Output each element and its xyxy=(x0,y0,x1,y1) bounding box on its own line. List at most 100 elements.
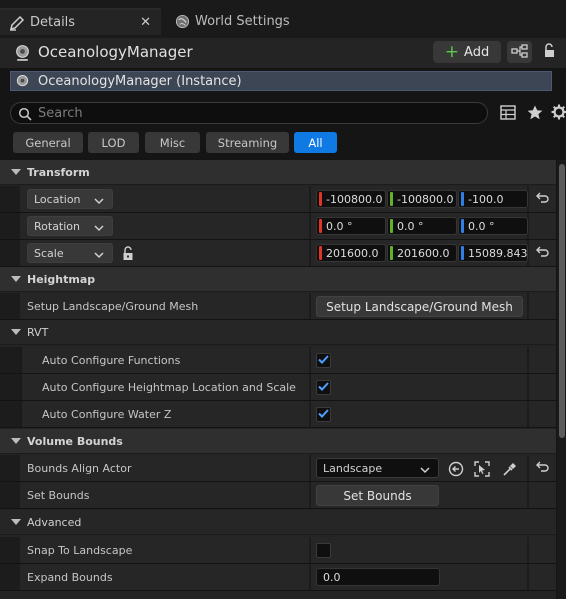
auto-configure-heightmap-label: Auto Configure Heightmap Location and Sc… xyxy=(42,380,296,394)
instance-item[interactable]: OceanologyManager (Instance) xyxy=(10,71,552,91)
tab-world-settings[interactable]: World Settings xyxy=(165,8,315,35)
scale-y-field[interactable]: 201600.0 xyxy=(387,244,457,262)
actor-instance-icon xyxy=(15,74,30,89)
category-volume-bounds[interactable]: Volume Bounds xyxy=(0,429,556,454)
filter-general[interactable]: General xyxy=(13,132,83,153)
auto-configure-functions-checkbox[interactable] xyxy=(316,353,331,368)
bounds-align-actor-name-cell: Bounds Align Actor xyxy=(20,455,309,481)
scale-x-value: 201600.0 xyxy=(326,246,379,260)
add-component-button[interactable]: + Add xyxy=(433,41,501,63)
search-icon xyxy=(18,107,32,124)
z-axis-marker xyxy=(461,219,464,233)
tab-bar: Details ✕ World Settings xyxy=(0,0,566,38)
x-axis-marker xyxy=(319,246,322,260)
add-button-label: Add xyxy=(464,44,490,60)
reset-arrow-icon xyxy=(536,461,549,475)
reset-arrow-icon xyxy=(536,192,549,206)
scale-x-field[interactable]: 201600.0 xyxy=(316,244,386,262)
use-selected-icon[interactable] xyxy=(447,460,465,478)
bounds-align-actor-value: Landscape xyxy=(323,461,383,475)
rotation-row: Rotation 0.0 ° 0.0 ° 0.0 ° xyxy=(0,213,556,240)
settings-gear-icon[interactable] xyxy=(551,104,566,123)
rotation-name-cell: Rotation xyxy=(20,213,309,239)
browse-selection-icon[interactable] xyxy=(473,460,491,478)
auto-configure-functions-value-cell xyxy=(311,347,527,373)
chevron-down-icon xyxy=(11,437,21,445)
scale-lock-icon[interactable] xyxy=(119,244,137,262)
chevron-down-icon xyxy=(94,195,104,208)
bounds-align-actor-reset[interactable] xyxy=(529,455,556,481)
x-axis-marker xyxy=(319,219,322,233)
checkmark-icon xyxy=(318,408,329,421)
set-bounds-button[interactable]: Set Bounds xyxy=(316,485,439,506)
category-label: Transform xyxy=(27,165,90,179)
rotation-x-field[interactable]: 0.0 ° xyxy=(316,217,386,235)
location-reset[interactable] xyxy=(529,186,556,212)
location-x-field[interactable]: -100800.0 xyxy=(316,190,386,208)
category-label: RVT xyxy=(27,325,49,339)
snap-to-landscape-checkbox[interactable] xyxy=(316,543,331,558)
filter-all[interactable]: All xyxy=(294,132,337,153)
setup-landscape-row: Setup Landscape/Ground Mesh Setup Landsc… xyxy=(0,293,556,320)
category-advanced[interactable]: Advanced xyxy=(0,510,556,535)
bounds-align-actor-row: Bounds Align Actor Landscape xyxy=(0,455,556,482)
location-mode-dropdown[interactable]: Location xyxy=(27,189,113,209)
filter-lod[interactable]: LOD xyxy=(88,132,139,153)
indent-guide xyxy=(20,401,22,427)
auto-configure-water-z-reset-cell xyxy=(529,401,556,427)
checkmark-icon xyxy=(318,354,329,367)
set-bounds-name-cell: Set Bounds xyxy=(20,482,309,508)
category-heightmap[interactable]: Heightmap xyxy=(0,267,556,292)
scrollbar-thumb[interactable] xyxy=(559,164,565,438)
scale-reset[interactable] xyxy=(529,240,556,266)
expand-bounds-label: Expand Bounds xyxy=(27,570,113,584)
filter-misc[interactable]: Misc xyxy=(145,132,200,153)
category-transform[interactable]: Transform xyxy=(0,160,556,185)
snap-to-landscape-name-cell: Snap To Landscape xyxy=(20,537,309,563)
auto-configure-water-z-row: Auto Configure Water Z xyxy=(0,401,556,428)
rotation-z-value: 0.0 ° xyxy=(468,219,495,233)
tab-details[interactable]: Details ✕ xyxy=(0,8,161,35)
search-input[interactable] xyxy=(38,104,478,122)
location-z-field[interactable]: -100.0 xyxy=(458,190,528,208)
close-icon[interactable]: ✕ xyxy=(140,15,151,30)
location-label: Location xyxy=(34,192,81,206)
location-row: Location -100800.0 -100800.0 -100.0 xyxy=(0,186,556,213)
category-rvt[interactable]: RVT xyxy=(0,320,556,345)
details-header: OceanologyManager + Add xyxy=(0,38,566,68)
rotation-z-field[interactable]: 0.0 ° xyxy=(458,217,528,235)
search-box[interactable] xyxy=(10,102,488,124)
indent-guide xyxy=(20,347,22,373)
blueprint-button[interactable] xyxy=(507,41,532,63)
chevron-down-icon xyxy=(11,518,21,526)
star-icon[interactable] xyxy=(527,105,543,123)
auto-configure-heightmap-checkbox[interactable] xyxy=(316,380,331,395)
chevron-down-icon xyxy=(11,275,21,283)
auto-configure-water-z-label: Auto Configure Water Z xyxy=(42,407,172,421)
auto-configure-functions-name-cell: Auto Configure Functions xyxy=(20,347,309,373)
expand-bounds-field[interactable]: 0.0 xyxy=(316,568,440,586)
eyedropper-icon[interactable] xyxy=(500,460,518,478)
category-label: Volume Bounds xyxy=(27,434,123,448)
auto-configure-functions-label: Auto Configure Functions xyxy=(42,353,181,367)
chevron-down-icon xyxy=(420,464,430,477)
lock-icon[interactable] xyxy=(543,43,557,62)
scale-z-field[interactable]: 15089.843 xyxy=(458,244,528,262)
rotation-mode-dropdown[interactable]: Rotation xyxy=(27,216,113,236)
expand-bounds-value: 0.0 xyxy=(323,570,341,584)
scale-mode-dropdown[interactable]: Scale xyxy=(27,243,113,263)
location-values: -100800.0 -100800.0 -100.0 xyxy=(311,186,528,212)
table-view-icon[interactable] xyxy=(500,105,516,123)
snap-to-landscape-label: Snap To Landscape xyxy=(27,543,133,557)
globe-icon xyxy=(173,14,191,29)
rotation-y-field[interactable]: 0.0 ° xyxy=(387,217,457,235)
auto-configure-water-z-checkbox[interactable] xyxy=(316,407,331,422)
pencil-icon xyxy=(8,15,26,31)
filter-streaming[interactable]: Streaming xyxy=(206,132,289,153)
auto-configure-heightmap-reset-cell xyxy=(529,374,556,400)
setup-landscape-button[interactable]: Setup Landscape/Ground Mesh xyxy=(316,296,523,317)
bounds-align-actor-dropdown[interactable]: Landscape xyxy=(316,458,439,478)
location-y-field[interactable]: -100800.0 xyxy=(387,190,457,208)
expand-bounds-value-cell: 0.0 xyxy=(311,564,527,590)
z-axis-marker xyxy=(461,246,464,260)
